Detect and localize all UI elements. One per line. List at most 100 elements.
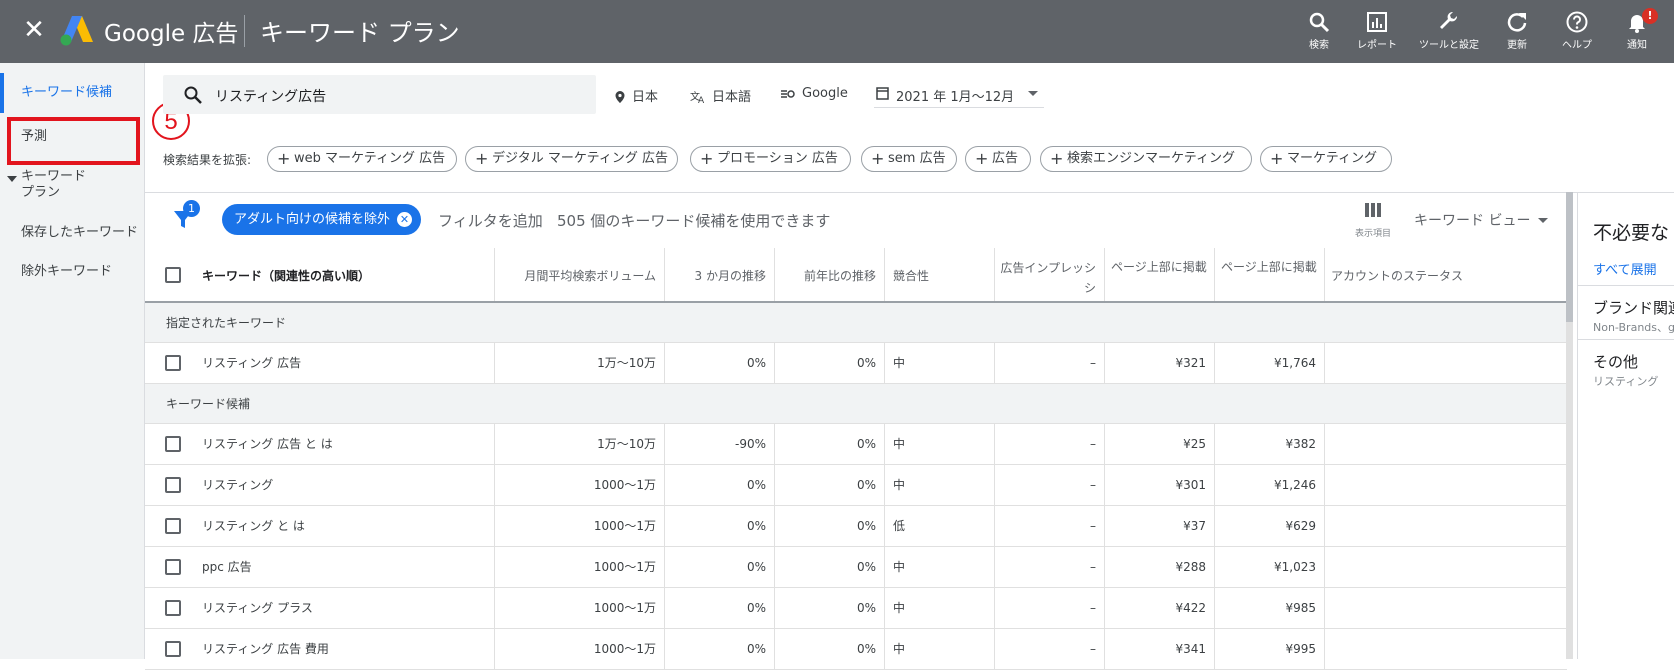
header-volume[interactable]: 月間平均検索ボリューム xyxy=(494,248,664,301)
keyword-search-input[interactable]: リスティング広告 xyxy=(163,75,596,114)
columns-button[interactable]: 表示項目 xyxy=(1346,202,1400,239)
row-checkbox[interactable] xyxy=(165,355,181,371)
cell-high-bid: ¥382 xyxy=(1214,424,1324,464)
cell-low-bid: ¥422 xyxy=(1104,588,1214,628)
cell-text: 中 xyxy=(893,601,906,615)
cell-yoy: 0% xyxy=(774,465,884,505)
cell-competition: 中 xyxy=(884,629,994,669)
cell-text: – xyxy=(1090,437,1096,451)
expand-chip[interactable]: + マーケティング xyxy=(1260,146,1392,172)
expand-label: 検索結果を拡張: xyxy=(163,153,252,167)
notification-badge: ! xyxy=(1642,8,1658,24)
expand-arrow-icon xyxy=(7,176,17,182)
cell-text: ¥985 xyxy=(1285,601,1316,615)
table-row[interactable]: リスティング と は 1000～1万 0% 0% 低 – ¥37 ¥629 xyxy=(145,506,1567,547)
cell-text: ¥288 xyxy=(1175,560,1206,574)
group-name[interactable]: その他 xyxy=(1593,351,1638,372)
cell-text: – xyxy=(1090,601,1096,615)
cell-text: 0% xyxy=(856,519,876,533)
tool-notifications-button[interactable]: ! 通知 xyxy=(1602,8,1672,52)
close-icon[interactable]: ✕ xyxy=(20,16,48,44)
table-header: キーワード（関連性の高い順） 月間平均検索ボリューム 3 か月の推移 前年比の推… xyxy=(145,248,1567,303)
row-checkbox[interactable] xyxy=(165,641,181,657)
adult-filter-chip[interactable]: アダルト向けの候補を除外 ✕ xyxy=(222,204,421,235)
header-keyword[interactable]: キーワード（関連性の高い順） xyxy=(145,248,494,301)
row-checkbox[interactable] xyxy=(165,559,181,575)
sidebar-item-saved-keywords[interactable]: 保存したキーワード xyxy=(0,224,145,242)
header-account-status[interactable]: アカウントのステータス xyxy=(1324,248,1567,301)
sidebar-item-keyword-ideas[interactable]: キーワード候補 xyxy=(0,73,145,113)
header-competition[interactable]: 競合性 xyxy=(884,248,994,301)
header-top-bid-low[interactable]: ページ上部に掲載 xyxy=(1104,248,1214,301)
table-scrollbar[interactable] xyxy=(1566,192,1573,659)
plus-icon: + xyxy=(475,149,489,168)
select-all-checkbox[interactable] xyxy=(165,266,181,283)
expand-chip[interactable]: + プロモーション 広告 xyxy=(690,146,851,172)
group-row-specified: 指定されたキーワード xyxy=(145,303,1567,343)
cell-three-month: 0% xyxy=(664,629,774,669)
cell-text: ¥321 xyxy=(1175,356,1206,370)
expand-chip[interactable]: + sem 広告 xyxy=(861,146,957,172)
plus-icon: + xyxy=(700,149,714,168)
cell-high-bid: ¥1,764 xyxy=(1214,343,1324,383)
language-label: 日本語 xyxy=(712,90,752,105)
expand-chip[interactable]: + web マーケティング 広告 xyxy=(267,146,457,172)
row-checkbox[interactable] xyxy=(165,477,181,493)
network-selector[interactable]: Google xyxy=(780,86,848,101)
cell-account-status xyxy=(1324,588,1567,628)
expand-chip[interactable]: + デジタル マーケティング 広告 xyxy=(465,146,678,172)
cell-competition: 中 xyxy=(884,424,994,464)
cell-keyword: リスティング xyxy=(145,465,494,505)
language-selector[interactable]: 文 A 日本語 xyxy=(690,86,752,106)
date-range-selector[interactable]: 2021 年 1月～12月 xyxy=(874,84,1044,108)
cell-text: リスティング xyxy=(202,478,274,492)
cell-text: 0% xyxy=(856,478,876,492)
row-checkbox[interactable] xyxy=(165,436,181,452)
row-checkbox[interactable] xyxy=(165,600,181,616)
header-top-bid-high[interactable]: ページ上部に掲載 xyxy=(1214,248,1324,301)
header-yoy[interactable]: 前年比の推移 xyxy=(774,248,884,301)
google-ads-logo-icon xyxy=(60,16,93,46)
plus-icon: + xyxy=(1050,149,1064,168)
tool-report-button[interactable]: レポート xyxy=(1342,10,1412,52)
sidebar-item-keyword-plan[interactable]: キーワード プラン xyxy=(0,169,145,201)
keyword-view-dropdown[interactable]: キーワード ビュー xyxy=(1414,210,1549,230)
cell-account-status xyxy=(1324,547,1567,587)
cell-text: 中 xyxy=(893,437,906,451)
table-row[interactable]: リスティング 1000～1万 0% 0% 中 – ¥301 ¥1,246 xyxy=(145,465,1567,506)
group-name[interactable]: ブランド関連 xyxy=(1593,297,1674,318)
row-checkbox[interactable] xyxy=(165,518,181,534)
cell-text: 1000～1万 xyxy=(593,642,656,656)
cell-text: 中 xyxy=(893,356,906,370)
scrollbar-thumb[interactable] xyxy=(1566,192,1573,322)
filter-count-badge: 1 xyxy=(183,200,200,217)
location-selector[interactable]: 日本 xyxy=(614,86,658,105)
table-row[interactable]: リスティング 広告 と は 1万～10万 -90% 0% 中 – ¥25 ¥382 xyxy=(145,424,1567,465)
location-pin-icon xyxy=(615,91,625,103)
cell-impression: – xyxy=(994,506,1104,546)
cell-yoy: 0% xyxy=(774,506,884,546)
sidebar-item-negative-keywords[interactable]: 除外キーワード xyxy=(0,263,145,281)
tool-label: 通知 xyxy=(1627,40,1647,51)
cell-impression: – xyxy=(994,343,1104,383)
expand-chip[interactable]: + 検索エンジンマーケティング xyxy=(1040,146,1252,172)
header-impression-share[interactable]: 広告インプレッシ シ xyxy=(994,248,1104,301)
calendar-icon xyxy=(876,87,889,100)
table-row[interactable]: リスティング プラス 1000～1万 0% 0% 中 – ¥422 ¥985 xyxy=(145,588,1567,629)
expand-chip[interactable]: + 広告 xyxy=(965,146,1031,172)
tool-settings-button[interactable]: ツールと設定 xyxy=(1414,10,1484,52)
table-row[interactable]: リスティング 広告 費用 1000～1万 0% 0% 中 – ¥341 ¥995 xyxy=(145,629,1567,670)
cell-competition: 低 xyxy=(884,506,994,546)
expand-all-link[interactable]: すべて展開 xyxy=(1593,259,1657,278)
table-row[interactable]: リスティング 広告 1万～10万 0% 0% 中 – ¥321 ¥1,764 xyxy=(145,343,1567,384)
divider xyxy=(1578,285,1674,286)
cell-volume: 1000～1万 xyxy=(494,588,664,628)
brand-name: Google 広告 xyxy=(104,21,239,47)
close-icon[interactable]: ✕ xyxy=(397,212,412,227)
add-filter-button[interactable]: フィルタを追加 xyxy=(438,210,543,231)
right-panel: 不必要な すべて展開 ブランド関連 Non-Brands、g その他 リスティン… xyxy=(1577,193,1674,659)
header-three-month[interactable]: 3 か月の推移 xyxy=(664,248,774,301)
cell-impression: – xyxy=(994,424,1104,464)
search-icon xyxy=(1309,12,1330,33)
table-row[interactable]: ppc 広告 1000～1万 0% 0% 中 – ¥288 ¥1,023 xyxy=(145,547,1567,588)
